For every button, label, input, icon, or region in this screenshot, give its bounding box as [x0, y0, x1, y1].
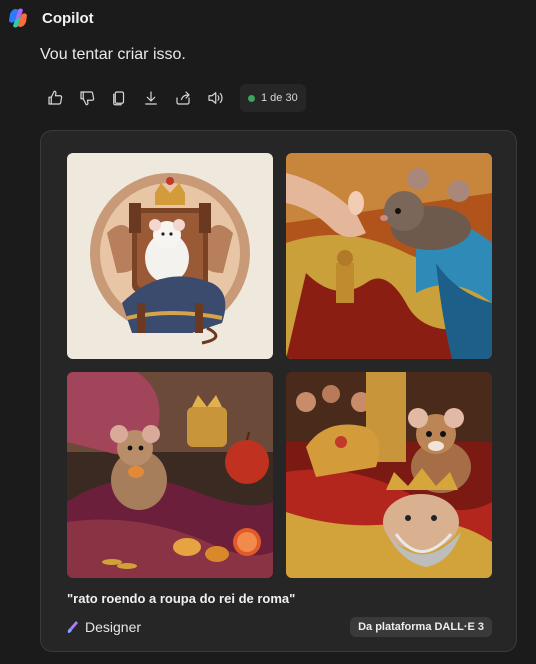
status-dot-icon — [248, 94, 255, 102]
copy-icon[interactable] — [108, 87, 130, 109]
generated-image-3[interactable] — [67, 372, 273, 578]
turn-counter-text: 1 de 30 — [261, 92, 298, 104]
download-icon[interactable] — [140, 87, 162, 109]
turn-counter-badge: 1 de 30 — [240, 84, 306, 112]
thumbs-up-icon[interactable] — [44, 87, 66, 109]
card-footer: Designer Da plataforma DALL·E 3 — [67, 617, 492, 637]
designer-link[interactable]: Designer — [67, 619, 141, 635]
message-actions: 1 de 30 — [44, 84, 306, 112]
app-name: Copilot — [42, 9, 94, 27]
designer-brush-icon — [67, 620, 79, 634]
designer-label: Designer — [85, 619, 142, 635]
speaker-icon[interactable] — [204, 87, 226, 109]
chat-header: Copilot — [6, 6, 94, 30]
generated-image-1[interactable] — [67, 153, 273, 359]
generated-image-4[interactable] — [286, 372, 492, 578]
share-icon[interactable] — [172, 87, 194, 109]
image-result-card: "rato roendo a roupa do rei de roma" Des… — [40, 130, 517, 652]
generated-image-2[interactable] — [286, 153, 492, 359]
image-prompt-caption: "rato roendo a roupa do rei de roma" — [67, 591, 296, 606]
image-grid — [67, 153, 492, 578]
assistant-message: Vou tentar criar isso. — [40, 46, 186, 63]
platform-badge: Da plataforma DALL·E 3 — [350, 617, 492, 637]
copilot-logo-icon — [6, 6, 30, 30]
thumbs-down-icon[interactable] — [76, 87, 98, 109]
